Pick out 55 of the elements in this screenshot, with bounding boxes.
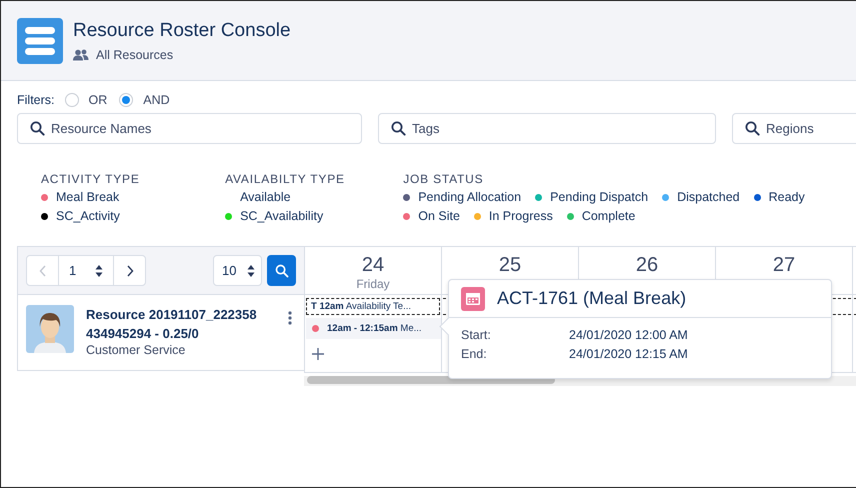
page-title: Resource Roster Console xyxy=(73,20,291,42)
field-value: 24/01/2020 12:00 AM xyxy=(569,327,688,344)
chevron-right-icon xyxy=(126,264,134,276)
legend-label: SC_Activity xyxy=(56,208,120,224)
chevron-left-icon xyxy=(38,264,46,276)
activity-bar[interactable]: 12am - 12:15am Me... xyxy=(306,318,441,339)
radio-option[interactable]: AND xyxy=(119,93,170,107)
legend-label: Pending Dispatch xyxy=(550,189,648,205)
search-field[interactable]: Tags xyxy=(378,113,716,144)
field-value: 24/01/2020 12:15 AM xyxy=(569,346,688,363)
search-field[interactable]: Regions xyxy=(732,113,856,144)
resource-role: Customer Service xyxy=(86,343,186,357)
day-number: 27 xyxy=(772,254,796,277)
legend-label: On Site xyxy=(418,208,460,224)
tooltip-title: ACT-1761 (Meal Break) xyxy=(497,288,686,309)
search-icon xyxy=(30,121,45,136)
calendar-icon xyxy=(461,286,485,310)
resource-name[interactable]: Resource 20191107_222358 434945294 - 0.25/0 xyxy=(86,305,276,343)
day-number: 25 xyxy=(498,254,522,277)
more-options-icon[interactable] xyxy=(288,311,292,325)
legend-label: Ready xyxy=(768,189,805,205)
field-label: Start: xyxy=(461,327,492,344)
filters-label: Filters: xyxy=(17,93,54,107)
legend-label: Available xyxy=(240,189,291,205)
page-size: 10 xyxy=(222,263,236,278)
avatar-drawing xyxy=(26,305,74,353)
legend-label: Meal Break xyxy=(56,189,120,205)
legend-label: SC_Availability xyxy=(240,208,324,224)
page-number: 1 xyxy=(69,263,76,278)
page-size-stepper[interactable]: 10 xyxy=(213,255,262,286)
add-icon[interactable] xyxy=(312,348,324,360)
legend-heading: JOB STATUS xyxy=(403,172,484,186)
legend-label: Pending Allocation xyxy=(418,189,522,205)
radio-option[interactable]: OR xyxy=(64,93,108,107)
app-logo-icon xyxy=(17,18,63,64)
search-icon xyxy=(274,264,288,278)
search-icon xyxy=(391,121,406,136)
legend-label: Complete xyxy=(582,208,636,224)
people-icon xyxy=(73,48,89,60)
search-field[interactable]: Resource Names xyxy=(17,113,362,144)
legend-heading: ACTIVITY TYPE xyxy=(41,172,141,186)
legend-label: In Progress xyxy=(488,208,553,224)
search-button[interactable] xyxy=(267,255,296,286)
availability-bar[interactable]: T 12am Availability Te... xyxy=(306,298,440,315)
page-stepper[interactable]: 1 xyxy=(26,255,146,286)
day-number: 24 xyxy=(360,254,386,277)
day-number: 26 xyxy=(634,254,660,277)
spinner-icon xyxy=(247,264,255,278)
field-label: End: xyxy=(461,346,488,363)
day-name: Friday xyxy=(355,277,391,291)
page-subtitle: All Resources xyxy=(96,48,174,62)
spinner-icon xyxy=(95,264,103,278)
legend-heading: AVAILABILTY TYPE xyxy=(225,172,346,186)
legend-label: Dispatched xyxy=(677,189,740,205)
search-icon xyxy=(745,121,760,136)
